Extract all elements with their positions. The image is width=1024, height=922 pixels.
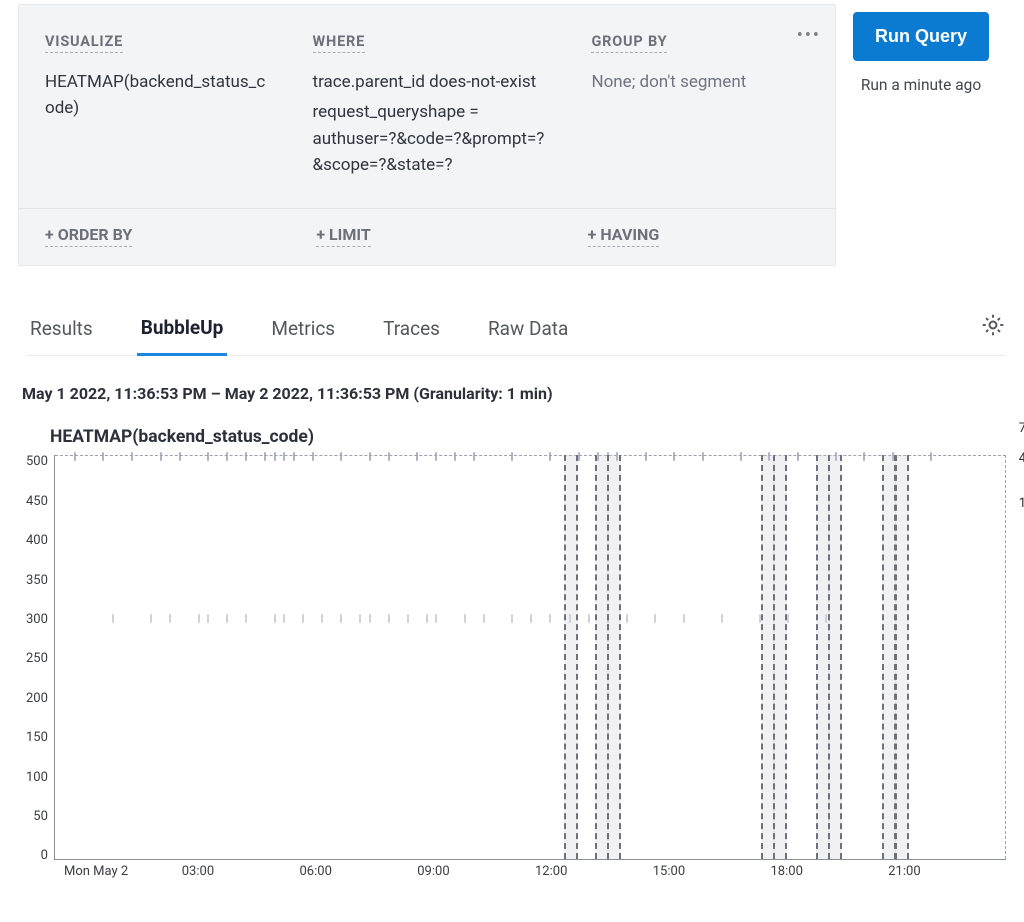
add-orderby[interactable]: + ORDER BY <box>45 225 132 247</box>
tab-bubbleup[interactable]: BubbleUp <box>137 306 228 356</box>
time-range: May 1 2022, 11:36:53 PM – May 2 2022, 11… <box>22 384 1006 403</box>
y-axis: 500450400350300250200150100500 <box>26 455 54 860</box>
tab-traces[interactable]: Traces <box>379 307 444 354</box>
where-line-1: trace.parent_id does-not-exist <box>313 69 552 95</box>
tab-rawdata[interactable]: Raw Data <box>484 307 572 354</box>
tabs-bar: Results BubbleUp Metrics Traces Raw Data <box>26 306 1006 356</box>
tab-metrics[interactable]: Metrics <box>267 307 339 354</box>
visualize-label: VISUALIZE <box>45 33 123 53</box>
groupby-column[interactable]: GROUP BY None; don't segment <box>591 31 819 178</box>
groupby-value: None; don't segment <box>591 69 819 95</box>
where-column[interactable]: WHERE trace.parent_id does-not-exist req… <box>313 31 552 178</box>
heatmap-chart[interactable]: HEATMAP(backend_status_code) 50045040035… <box>26 427 1006 879</box>
chart-title: HEATMAP(backend_status_code) <box>50 427 1006 447</box>
run-query-button[interactable]: Run Query <box>853 12 989 61</box>
add-having[interactable]: + HAVING <box>588 225 660 247</box>
where-line-2: request_queryshape = authuser=?&code=?&p… <box>313 99 552 178</box>
visualize-value: HEATMAP(backend_status_code) <box>45 69 273 122</box>
visualize-column[interactable]: VISUALIZE HEATMAP(backend_status_code) <box>45 31 273 178</box>
query-builder: VISUALIZE HEATMAP(backend_status_code) W… <box>18 4 836 266</box>
run-panel: Run Query Run a minute ago <box>836 0 1006 266</box>
plot-area[interactable] <box>54 455 1006 860</box>
run-timestamp: Run a minute ago <box>861 75 981 97</box>
heatmap-legend: 741 <box>1016 421 1024 511</box>
x-axis: Mon May 203:0006:0009:0012:0015:0018:002… <box>64 864 1006 879</box>
add-limit[interactable]: + LIMIT <box>316 225 370 247</box>
more-icon[interactable]: ••• <box>797 25 821 46</box>
tab-results[interactable]: Results <box>26 307 97 354</box>
groupby-label: GROUP BY <box>591 33 667 53</box>
where-label: WHERE <box>313 33 366 53</box>
gear-icon[interactable] <box>980 312 1006 338</box>
